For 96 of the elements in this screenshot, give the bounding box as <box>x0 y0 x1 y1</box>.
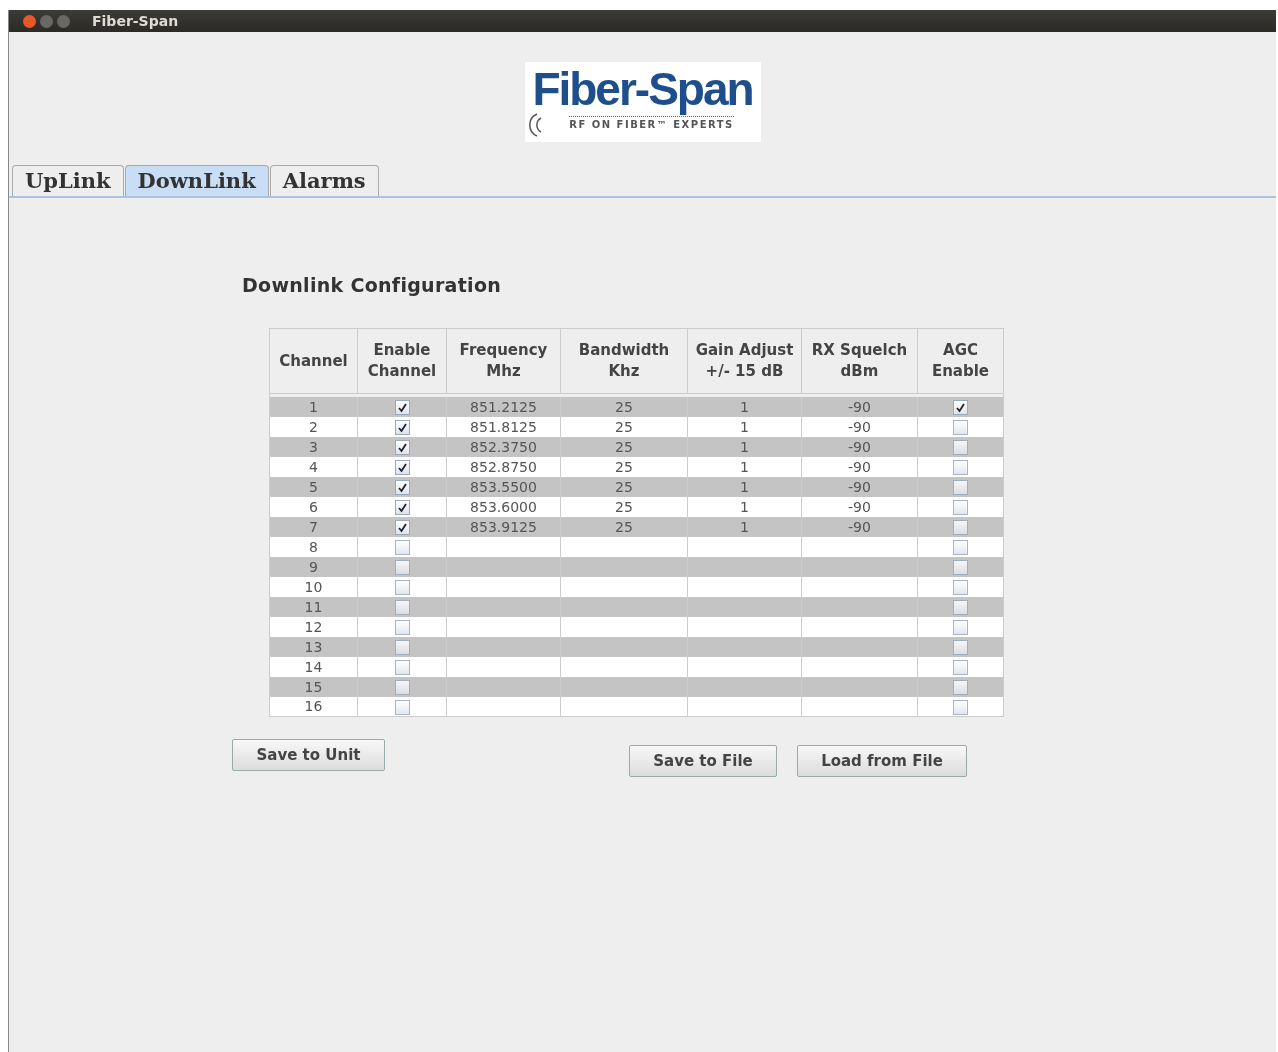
table-cell: 25 <box>560 396 688 417</box>
table-cell: 16 <box>269 696 358 717</box>
table-cell: 1 <box>687 456 802 477</box>
column-header: AGC Enable <box>917 328 1004 394</box>
table-cell: -90 <box>801 496 918 517</box>
table-cell: -90 <box>801 436 918 457</box>
table-cell: 852.8750 <box>446 456 561 477</box>
checkbox[interactable] <box>394 480 410 495</box>
table-cell: -90 <box>801 416 918 437</box>
checkbox[interactable] <box>394 520 410 535</box>
table-cell: 1 <box>687 496 802 517</box>
checkbox[interactable] <box>953 680 968 695</box>
table-cell: 1 <box>687 416 802 437</box>
table-cell: 7 <box>269 516 358 537</box>
table-cell: 25 <box>560 456 688 477</box>
checkbox[interactable] <box>953 460 968 475</box>
checkbox[interactable] <box>953 640 968 655</box>
action-button[interactable]: Save to Unit <box>232 739 385 771</box>
maximize-icon[interactable] <box>57 14 70 28</box>
table-cell: -90 <box>801 516 918 537</box>
checkbox[interactable] <box>953 660 968 675</box>
table-cell: 5 <box>269 476 358 497</box>
checkbox[interactable] <box>394 400 410 415</box>
minimize-icon[interactable] <box>40 14 53 28</box>
table-cell: 1 <box>687 476 802 497</box>
table-cell: 1 <box>687 396 802 417</box>
table-cell: 15 <box>269 676 358 697</box>
tab[interactable]: DownLink <box>124 165 269 196</box>
checkbox[interactable] <box>394 560 410 575</box>
table-cell: 1 <box>269 396 358 417</box>
table-cell: 852.3750 <box>446 436 561 457</box>
checkbox[interactable] <box>394 699 410 715</box>
table-cell: 853.5500 <box>446 476 561 497</box>
table-cell: 8 <box>269 536 358 557</box>
table-cell: 25 <box>560 416 688 437</box>
checkbox[interactable] <box>953 480 968 495</box>
checkbox[interactable] <box>953 580 968 595</box>
table-cell: 11 <box>269 596 358 617</box>
checkbox[interactable] <box>394 600 410 615</box>
column-header: Frequency Mhz <box>446 328 561 394</box>
table-cell: 25 <box>560 476 688 497</box>
close-icon[interactable] <box>23 14 36 28</box>
checkbox[interactable] <box>394 660 410 675</box>
table-cell: -90 <box>801 476 918 497</box>
checkbox[interactable] <box>953 620 968 635</box>
checkbox[interactable] <box>953 540 968 555</box>
checkbox[interactable] <box>953 420 968 435</box>
table-cell: 25 <box>560 496 688 517</box>
checkbox[interactable] <box>953 520 968 535</box>
checkbox[interactable] <box>394 640 410 655</box>
table-cell: 2 <box>269 416 358 437</box>
column-header: Gain Adjust +/- 15 dB <box>687 328 802 394</box>
checkbox[interactable] <box>394 580 410 595</box>
table-cell: 25 <box>560 436 688 457</box>
checkbox[interactable] <box>394 440 410 455</box>
table-cell: -90 <box>801 396 918 417</box>
table-cell: 6 <box>269 496 358 517</box>
table-cell: 851.2125 <box>446 396 561 417</box>
table-cell: 9 <box>269 556 358 577</box>
window-title: Fiber-Span <box>92 12 179 30</box>
checkbox[interactable] <box>394 680 410 695</box>
checkbox[interactable] <box>953 600 968 615</box>
table-cell: 13 <box>269 636 358 657</box>
logo-tagline: RF ON FIBER™ EXPERTS <box>569 116 734 130</box>
checkbox[interactable] <box>394 540 410 555</box>
table-cell: 1 <box>687 516 802 537</box>
table-cell: 3 <box>269 436 358 457</box>
column-header: Enable Channel <box>357 328 447 394</box>
table-cell: 853.6000 <box>446 496 561 517</box>
checkbox[interactable] <box>953 560 968 575</box>
table-cell: 14 <box>269 656 358 677</box>
table-cell: 25 <box>560 516 688 537</box>
tab[interactable]: UpLink <box>12 165 124 196</box>
table-cell: -90 <box>801 456 918 477</box>
table-cell: 851.8125 <box>446 416 561 437</box>
tab[interactable]: Alarms <box>269 165 379 196</box>
checkbox[interactable] <box>953 440 968 455</box>
checkbox[interactable] <box>953 400 968 415</box>
checkbox[interactable] <box>953 500 968 515</box>
column-header: Bandwidth Khz <box>560 328 688 394</box>
checkbox[interactable] <box>394 500 410 515</box>
table-cell: 4 <box>269 456 358 477</box>
action-button[interactable]: Load from File <box>797 745 967 777</box>
checkbox[interactable] <box>953 699 968 715</box>
column-header: Channel <box>269 328 358 394</box>
action-button[interactable]: Save to File <box>629 745 777 777</box>
checkbox[interactable] <box>394 460 410 475</box>
table-cell: 10 <box>269 576 358 597</box>
table-cell: 1 <box>687 436 802 457</box>
table-cell: 12 <box>269 616 358 637</box>
logo-name: Fiber-Span <box>532 62 753 116</box>
table-cell: 853.9125 <box>446 516 561 537</box>
checkbox[interactable] <box>394 420 410 435</box>
section-title: Downlink Configuration <box>242 274 503 296</box>
column-header: RX Squelch dBm <box>801 328 918 394</box>
checkbox[interactable] <box>394 620 410 635</box>
